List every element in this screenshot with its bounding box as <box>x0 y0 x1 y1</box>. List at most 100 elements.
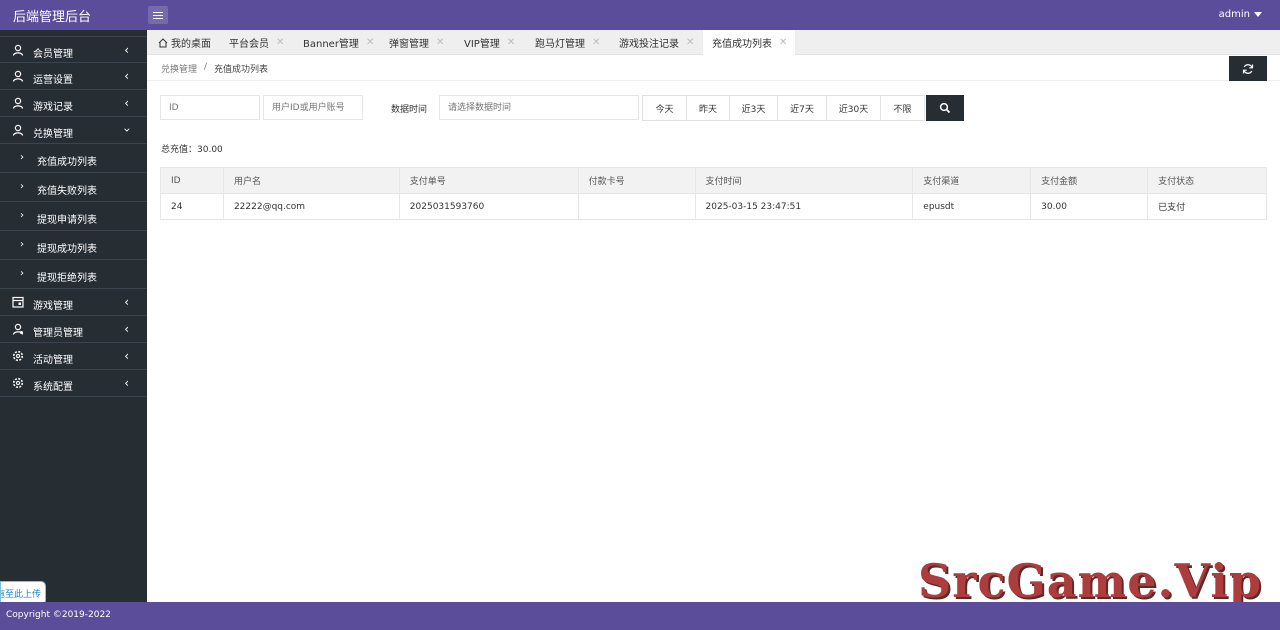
admin-icon <box>12 323 24 335</box>
tab-label: 跑马灯管理 <box>535 39 585 50</box>
chevron-left-icon: ‹ <box>124 376 129 390</box>
refresh-icon <box>1242 63 1254 74</box>
sidebar-item-operations[interactable]: 运营设置 ‹ <box>0 63 147 90</box>
sidebar-item-label: 会员管理 <box>33 49 73 60</box>
close-icon[interactable]: ✕ <box>592 37 600 48</box>
chevron-right-icon: › <box>20 181 24 192</box>
date-range-input[interactable] <box>439 95 639 120</box>
recharge-table: ID 用户名 支付单号 付款卡号 支付时间 支付渠道 支付金额 支付状态 24 … <box>160 167 1267 220</box>
watermark: SrcGame.Vip <box>918 554 1263 608</box>
sidebar-subitem-withdraw-rejected[interactable]: › 提现拒绝列表 <box>0 260 147 289</box>
tab-popup[interactable]: 弹窗管理 ✕ <box>389 30 444 55</box>
quick-range-group: 今天 昨天 近3天 近7天 近30天 不限 <box>642 95 925 121</box>
chevron-left-icon: ‹ <box>124 322 129 336</box>
chevron-left-icon: ‹ <box>124 349 129 363</box>
close-icon[interactable]: ✕ <box>276 37 284 48</box>
user-menu[interactable]: admin <box>1219 9 1262 20</box>
sidebar-item-label: 运营设置 <box>33 75 73 86</box>
sidebar-item-activity-management[interactable]: 活动管理 ‹ <box>0 343 147 370</box>
column-header: 付款卡号 <box>577 167 696 194</box>
column-header: 支付时间 <box>694 167 914 194</box>
range-3days-button[interactable]: 近3天 <box>730 96 778 120</box>
sidebar-subitem-recharge-success[interactable]: › 充值成功列表 <box>0 144 147 173</box>
table-header-row: ID 用户名 支付单号 付款卡号 支付时间 支付渠道 支付金额 支付状态 <box>160 167 1267 194</box>
tab-label: 弹窗管理 <box>389 39 429 50</box>
table-cell-card-no <box>577 193 696 220</box>
time-filter-label: 数据时间 <box>391 105 428 115</box>
sidebar-item-game-records[interactable]: 游戏记录 ‹ <box>0 90 147 117</box>
sidebar-item-label: 兑换管理 <box>33 129 73 140</box>
caret-down-icon <box>1254 12 1262 17</box>
column-header: 支付状态 <box>1147 167 1267 194</box>
user-icon <box>12 70 24 82</box>
sidebar-item-member[interactable]: 会员管理 ‹ <box>0 36 147 63</box>
tab-vip[interactable]: VIP管理 ✕ <box>464 30 515 55</box>
breadcrumb-parent[interactable]: 兑换管理 <box>161 62 197 75</box>
footer: Copyright ©2019-2022 <box>0 602 1280 630</box>
user-icon <box>12 124 24 136</box>
sidebar-item-system-config[interactable]: 系统配置 ‹ <box>0 370 147 397</box>
sidebar-item-label: 管理员管理 <box>33 328 83 339</box>
range-today-button[interactable]: 今天 <box>643 96 687 120</box>
table-cell-amount: 30.00 <box>1030 193 1149 220</box>
total-recharge: 总充值：30.00 <box>161 142 223 155</box>
sidebar-subitem-label: 充值成功列表 <box>37 157 97 168</box>
tab-bet-records[interactable]: 游戏投注记录 ✕ <box>619 30 694 55</box>
tab-label: 我的桌面 <box>171 39 211 50</box>
column-header: 支付单号 <box>398 167 579 194</box>
user-icon <box>12 97 24 109</box>
close-icon[interactable]: ✕ <box>366 37 374 48</box>
breadcrumb-separator: / <box>204 62 208 72</box>
chevron-right-icon: › <box>20 239 24 250</box>
sidebar-subitem-withdraw-apply[interactable]: › 提现申请列表 <box>0 202 147 231</box>
menu-toggle-button[interactable] <box>148 6 168 24</box>
chevron-left-icon: ‹ <box>124 69 129 83</box>
sidebar-subitem-label: 提现成功列表 <box>37 244 97 255</box>
chevron-right-icon: › <box>20 210 24 221</box>
sidebar-item-label: 活动管理 <box>33 355 73 366</box>
column-header: 支付金额 <box>1030 167 1149 194</box>
column-header: ID <box>160 167 224 194</box>
user-icon <box>12 44 24 56</box>
tab-banner[interactable]: Banner管理 ✕ <box>303 30 374 55</box>
close-icon[interactable]: ✕ <box>436 37 444 48</box>
range-7days-button[interactable]: 近7天 <box>778 96 827 120</box>
table-cell-id: 24 <box>160 193 224 220</box>
tab-label: 平台会员 <box>229 39 269 50</box>
close-icon[interactable]: ✕ <box>686 37 694 48</box>
sidebar-item-game-management[interactable]: 游戏管理 ‹ <box>0 289 147 316</box>
tab-home[interactable]: 我的桌面 <box>158 30 211 55</box>
chevron-right-icon: › <box>20 268 24 279</box>
table-cell-username: 22222@qq.com <box>222 193 400 220</box>
tab-recharge-success[interactable]: 充值成功列表 ✕ <box>703 30 795 55</box>
sidebar-subitem-label: 提现申请列表 <box>37 215 97 226</box>
sidebar-subitem-recharge-failed[interactable]: › 充值失败列表 <box>0 173 147 202</box>
range-30days-button[interactable]: 近30天 <box>827 96 881 120</box>
sidebar: 会员管理 ‹ 运营设置 ‹ 游戏记录 ‹ 兑换管理 ‹ › 充值成功列表 › 充… <box>0 30 147 605</box>
close-icon[interactable]: ✕ <box>507 37 515 48</box>
table-cell-status: 已支付 <box>1147 193 1267 220</box>
tab-label: Banner管理 <box>303 39 359 50</box>
sidebar-item-exchange[interactable]: 兑换管理 ‹ <box>0 117 147 144</box>
gear-icon <box>12 350 24 362</box>
id-input[interactable] <box>160 95 260 120</box>
sidebar-item-admin-management[interactable]: 管理员管理 ‹ <box>0 316 147 343</box>
user-search-input[interactable] <box>263 95 363 120</box>
sidebar-subitem-withdraw-success[interactable]: › 提现成功列表 <box>0 231 147 260</box>
top-bar: 后端管理后台 admin <box>0 0 1280 30</box>
search-button[interactable] <box>926 95 964 121</box>
chevron-down-icon: ‹ <box>119 127 134 133</box>
refresh-button[interactable] <box>1229 56 1267 81</box>
tab-marquee[interactable]: 跑马灯管理 ✕ <box>535 30 600 55</box>
app-title: 后端管理后台 <box>13 10 92 25</box>
range-unlimited-button[interactable]: 不限 <box>881 96 924 120</box>
sidebar-subitem-label: 充值失败列表 <box>37 186 97 197</box>
chevron-right-icon: › <box>20 152 24 163</box>
column-header: 支付渠道 <box>912 167 1032 194</box>
home-icon <box>158 37 168 47</box>
table-cell-channel: epusdt <box>912 193 1032 220</box>
copyright-text: Copyright ©2019-2022 <box>6 610 111 620</box>
range-yesterday-button[interactable]: 昨天 <box>687 96 730 120</box>
close-icon[interactable]: ✕ <box>779 37 787 48</box>
tab-platform-members[interactable]: 平台会员 ✕ <box>229 30 284 55</box>
